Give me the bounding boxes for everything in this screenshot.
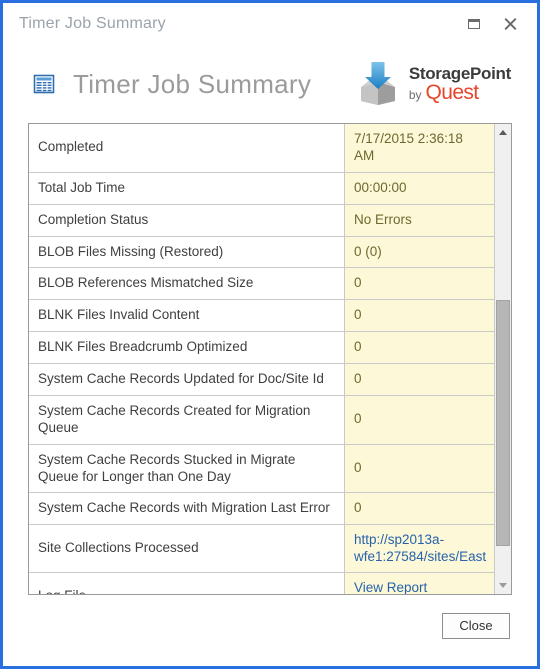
logo-text: StoragePoint by Quest bbox=[409, 65, 511, 103]
summary-table: Completed 7/17/2015 2:36:18 AM Total Job… bbox=[29, 124, 494, 594]
close-button[interactable]: Close bbox=[442, 612, 510, 639]
close-window-button[interactable] bbox=[499, 13, 521, 35]
summary-table-container: Completed 7/17/2015 2:36:18 AM Total Job… bbox=[28, 123, 512, 595]
dialog-footer: Close bbox=[3, 595, 537, 666]
row-label: System Cache Records with Migration Last… bbox=[29, 492, 345, 526]
restore-button[interactable] bbox=[463, 13, 485, 35]
table-row: BLOB Files Missing (Restored) 0 (0) bbox=[29, 236, 494, 269]
scrollbar-thumb[interactable] bbox=[496, 300, 510, 546]
row-value: 00:00:00 bbox=[344, 172, 494, 205]
row-value: 0 bbox=[344, 331, 494, 364]
row-label: Completed bbox=[29, 124, 345, 173]
row-value: 0 bbox=[344, 492, 494, 526]
chevron-down-icon bbox=[499, 583, 507, 588]
row-label: System Cache Records Updated for Doc/Sit… bbox=[29, 363, 345, 396]
row-label: BLNK Files Breadcrumb Optimized bbox=[29, 331, 345, 364]
download-box-icon bbox=[354, 58, 402, 111]
chevron-up-icon bbox=[499, 130, 507, 135]
table-row: Completed 7/17/2015 2:36:18 AM bbox=[29, 124, 494, 173]
site-collection-link[interactable]: http://sp2013a-wfe1:27584/sites/East bbox=[354, 532, 486, 565]
scroll-up-button[interactable] bbox=[495, 124, 511, 141]
window-controls bbox=[463, 13, 537, 35]
logo-storagepoint: StoragePoint bbox=[408, 64, 511, 83]
row-value: 0 bbox=[344, 267, 494, 301]
table-row: BLNK Files Invalid Content 0 bbox=[29, 299, 494, 333]
table-row: System Cache Records Stucked in Migrate … bbox=[29, 444, 494, 494]
page-header: Timer Job Summary StoragePoint by Quest bbox=[3, 45, 537, 123]
scroll-down-button[interactable] bbox=[495, 577, 511, 594]
summary-table-body: Completed 7/17/2015 2:36:18 AM Total Job… bbox=[29, 124, 494, 594]
row-value: 0 bbox=[344, 363, 494, 396]
log-file-link[interactable]: View Report(Download) bbox=[354, 580, 486, 594]
restore-icon bbox=[468, 19, 480, 29]
row-label: Completion Status bbox=[29, 204, 345, 237]
row-value-link: View Report(Download) bbox=[344, 572, 494, 594]
row-label: BLOB Files Missing (Restored) bbox=[29, 236, 345, 269]
report-grid-icon bbox=[33, 73, 55, 95]
table-row: Site Collections Processed http://sp2013… bbox=[29, 524, 494, 574]
summary-table-scroll: Completed 7/17/2015 2:36:18 AM Total Job… bbox=[29, 124, 494, 594]
row-label: Total Job Time bbox=[29, 172, 345, 205]
row-value: 0 (0) bbox=[344, 236, 494, 269]
table-row: BLOB References Mismatched Size 0 bbox=[29, 267, 494, 301]
table-row: BLNK Files Breadcrumb Optimized 0 bbox=[29, 331, 494, 364]
table-row: Total Job Time 00:00:00 bbox=[29, 172, 494, 205]
row-value: No Errors bbox=[344, 204, 494, 237]
row-label: Site Collections Processed bbox=[29, 524, 345, 574]
log-file-link-line1: View Report bbox=[354, 580, 428, 594]
row-label: BLNK Files Invalid Content bbox=[29, 299, 345, 333]
row-value: 0 bbox=[344, 395, 494, 445]
row-value: 0 bbox=[344, 299, 494, 333]
page-title: Timer Job Summary bbox=[73, 68, 312, 99]
row-label: Log File bbox=[29, 572, 345, 594]
logo-quest: Quest bbox=[425, 81, 480, 104]
table-vertical-scrollbar[interactable] bbox=[494, 124, 511, 594]
table-row: System Cache Records Created for Migrati… bbox=[29, 395, 494, 445]
close-icon bbox=[503, 17, 517, 31]
row-label: BLOB References Mismatched Size bbox=[29, 267, 345, 301]
logo-by: by bbox=[408, 88, 422, 102]
table-row: Completion Status No Errors bbox=[29, 204, 494, 237]
row-label: System Cache Records Stucked in Migrate … bbox=[29, 444, 345, 494]
row-label: System Cache Records Created for Migrati… bbox=[29, 395, 345, 445]
row-value: 7/17/2015 2:36:18 AM bbox=[344, 124, 494, 173]
table-row: Log File View Report(Download) bbox=[29, 572, 494, 594]
window-title: Timer Job Summary bbox=[19, 15, 166, 32]
row-value: 0 bbox=[344, 444, 494, 494]
table-row: System Cache Records Updated for Doc/Sit… bbox=[29, 363, 494, 396]
table-row: System Cache Records with Migration Last… bbox=[29, 492, 494, 526]
timer-job-summary-window: Timer Job Summary Timer Job Summary Stor… bbox=[0, 0, 540, 669]
window-titlebar: Timer Job Summary bbox=[3, 3, 537, 45]
storagepoint-logo: StoragePoint by Quest bbox=[354, 58, 511, 111]
row-value-link: http://sp2013a-wfe1:27584/sites/East bbox=[344, 524, 494, 574]
